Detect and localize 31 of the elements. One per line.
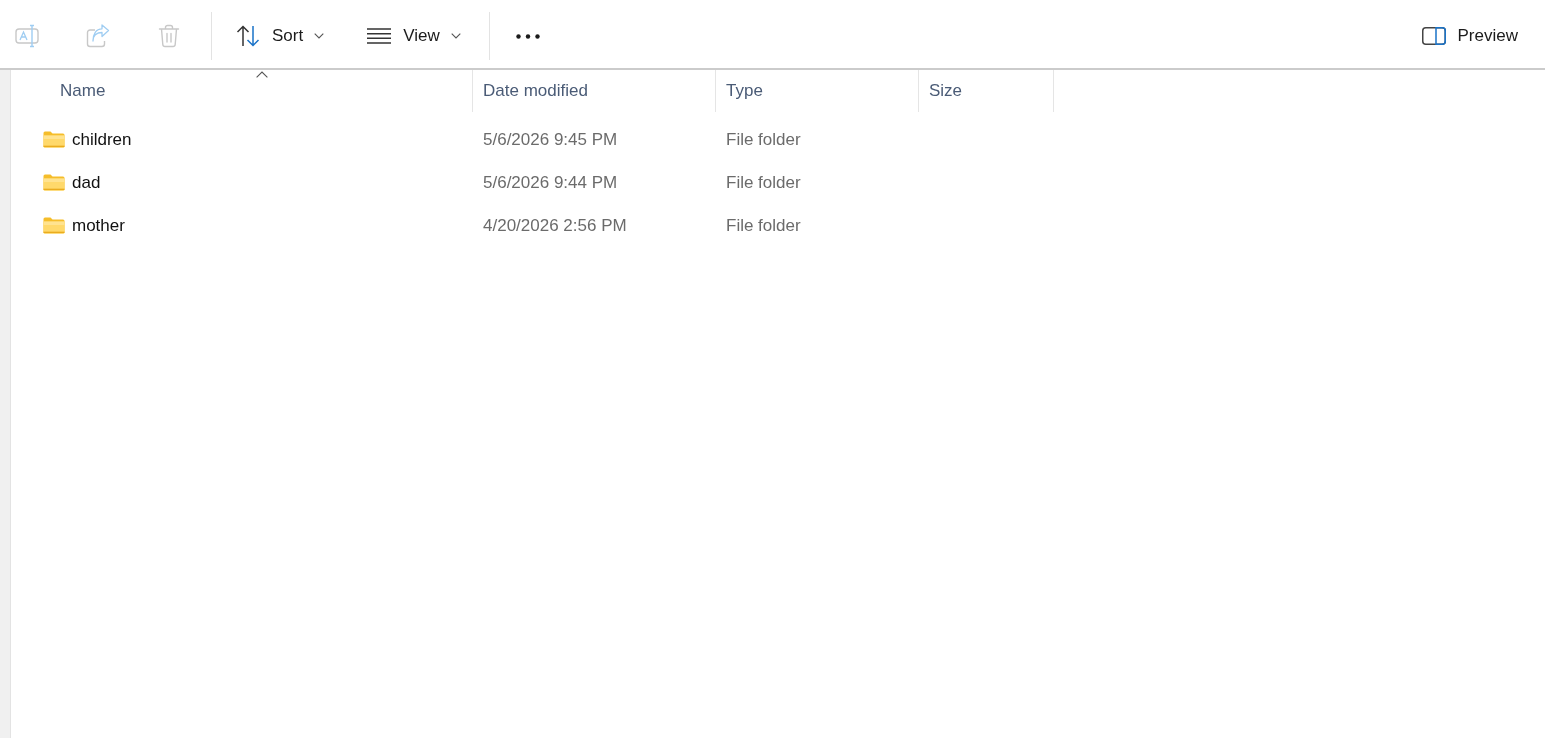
view-button[interactable]: View	[357, 12, 471, 60]
date-modified-cell-text: 4/20/2026 2:56 PM	[482, 215, 628, 236]
folder-icon	[43, 131, 65, 148]
type-cell-text: File folder	[725, 172, 802, 193]
folder-icon	[43, 174, 65, 191]
file-name: dad	[72, 172, 101, 193]
file-name: mother	[72, 215, 125, 236]
column-header[interactable]: Type	[716, 70, 919, 112]
type-cell-text: File folder	[725, 215, 802, 236]
type-cell-text: File folder	[725, 129, 802, 150]
sort-caret-icon	[256, 71, 268, 78]
file-row[interactable]: mother 4/20/2026 2:56 PM File folder	[11, 204, 1054, 247]
date-modified-cell-text: 5/6/2026 9:45 PM	[482, 129, 619, 150]
share-icon	[86, 24, 110, 48]
folder-icon	[43, 217, 65, 234]
file-row[interactable]: children 5/6/2026 9:45 PM File folder	[11, 118, 1054, 161]
preview-pane-icon	[1421, 27, 1446, 45]
preview-button[interactable]: Preview	[1411, 12, 1528, 60]
file-row[interactable]: dad 5/6/2026 9:44 PM File folder	[11, 161, 1054, 204]
file-name: children	[72, 129, 132, 150]
more-icon	[515, 33, 540, 39]
date-modified-cell-text: 5/6/2026 9:44 PM	[482, 172, 619, 193]
chevron-down-icon	[450, 33, 461, 39]
trash-icon	[157, 24, 181, 48]
column-header[interactable]: Size	[919, 70, 1054, 112]
column-header[interactable]: Name	[11, 70, 473, 112]
sort-button[interactable]: Sort	[226, 12, 335, 60]
chevron-down-icon	[314, 33, 325, 39]
sort-icon	[236, 24, 260, 48]
column-header[interactable]: Date modified	[473, 70, 716, 112]
rename-icon	[15, 24, 39, 48]
